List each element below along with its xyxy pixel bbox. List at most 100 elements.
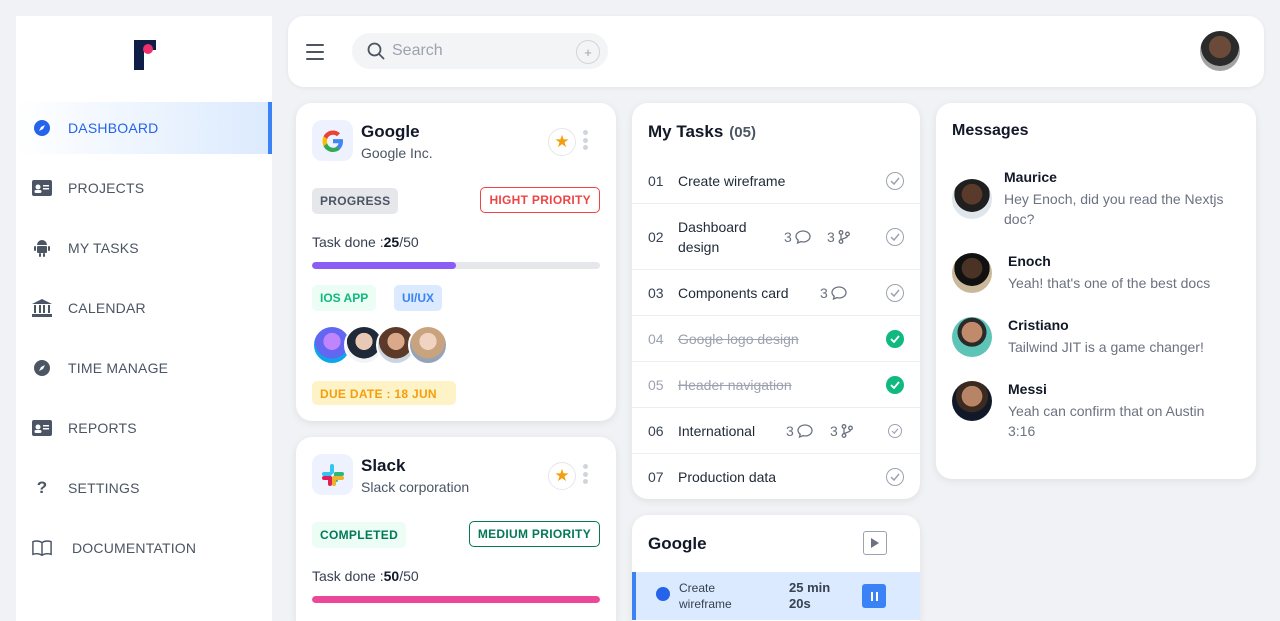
- add-button[interactable]: +: [576, 40, 600, 64]
- comments-value: 3: [784, 228, 792, 245]
- branches-count: 3: [827, 229, 850, 245]
- message-item[interactable]: Enoch Yeah! that's one of the best docs: [952, 253, 1242, 298]
- progress-fill: [312, 262, 456, 269]
- check-circle-icon[interactable]: [886, 171, 904, 190]
- task-name: Dashboard design: [678, 218, 747, 255]
- task-name: Google logo design: [678, 330, 799, 347]
- task-row[interactable]: 02 Dashboard design 3 3: [632, 204, 920, 270]
- more-options-icon[interactable]: [583, 130, 589, 150]
- active-timer-row[interactable]: Create wireframe 25 min 20s: [632, 572, 920, 620]
- message-item[interactable]: Maurice Hey Enoch, did you read the Next…: [952, 169, 1242, 229]
- sidebar-item-dashboard[interactable]: DASHBOARD: [16, 102, 272, 154]
- check-circle-filled-icon[interactable]: [886, 375, 904, 394]
- task-number: 04: [648, 330, 664, 347]
- task-number: 02: [648, 228, 664, 245]
- task-row[interactable]: 05 Header navigation: [632, 362, 920, 408]
- task-number: 05: [648, 376, 664, 393]
- play-icon[interactable]: [863, 531, 887, 555]
- compass-icon: [32, 358, 52, 378]
- task-name: Components card: [678, 284, 789, 301]
- search-input[interactable]: [392, 42, 572, 60]
- message-text: Yeah! that's one of the best docs: [1008, 275, 1211, 291]
- message-item[interactable]: Cristiano Tailwind JIT is a game changer…: [952, 317, 1242, 362]
- timer-task-name: Create wireframe: [679, 581, 732, 611]
- priority-badge: HIGHT PRIORITY: [480, 187, 600, 213]
- pause-button[interactable]: [862, 584, 886, 608]
- sidebar-item-settings[interactable]: ? SETTINGS: [16, 462, 272, 514]
- sidebar-item-reports[interactable]: REPORTS: [16, 402, 272, 454]
- id-card-icon: [32, 178, 52, 198]
- progress-bar: [312, 262, 600, 269]
- message-sender: Maurice: [1004, 169, 1057, 185]
- compass-icon: [32, 118, 52, 138]
- hamburger-menu-icon[interactable]: [306, 44, 324, 60]
- member-avatars: [312, 325, 448, 365]
- task-row[interactable]: 03 Components card 3: [632, 270, 920, 316]
- task-number: 06: [648, 422, 664, 439]
- star-icon[interactable]: ★: [548, 462, 576, 490]
- bank-icon: [32, 298, 52, 318]
- task-number: 07: [648, 469, 664, 485]
- progress-bar: [312, 596, 600, 603]
- check-circle-filled-icon[interactable]: [886, 329, 904, 348]
- avatar[interactable]: [408, 325, 448, 365]
- sidebar-item-label: REPORTS: [68, 420, 137, 436]
- task-number: 01: [648, 172, 664, 189]
- sidebar-item-my-tasks[interactable]: MY TASKS: [16, 222, 272, 274]
- slack-logo-icon: [312, 454, 353, 495]
- message-text: Hey Enoch, did you read the Nextjs doc?: [1004, 191, 1224, 227]
- more-options-icon[interactable]: [583, 464, 589, 484]
- star-icon[interactable]: ★: [548, 128, 576, 156]
- search-box: +: [352, 33, 608, 69]
- sidebar-item-documentation[interactable]: DOCUMENTATION: [16, 522, 272, 574]
- sidebar-item-projects[interactable]: PROJECTS: [16, 162, 272, 214]
- task-row[interactable]: 04 Google logo design: [632, 316, 920, 362]
- sidebar-item-label: CALENDAR: [68, 300, 146, 316]
- check-circle-icon[interactable]: [888, 423, 902, 438]
- company-name: Google: [361, 122, 420, 141]
- message-item[interactable]: Messi Yeah can confirm that on Austin 3:…: [952, 381, 1242, 441]
- branches-value: 3: [827, 228, 835, 245]
- message-sender: Enoch: [1008, 253, 1051, 269]
- comments-count: 3: [820, 285, 847, 301]
- sidebar-item-time-manage[interactable]: TIME MANAGE: [16, 342, 272, 394]
- task-row[interactable]: 01 Create wireframe: [632, 158, 920, 204]
- sidebar-item-label: MY TASKS: [68, 240, 139, 256]
- tag: IOS APP: [312, 285, 377, 311]
- task-row[interactable]: 07 Production data: [632, 454, 920, 499]
- check-circle-icon[interactable]: [886, 468, 904, 486]
- task-done-label: Task done :: [312, 234, 384, 250]
- tasks-title: My Tasks (05): [648, 122, 756, 142]
- company-subtitle: Slack corporation: [361, 479, 470, 495]
- task-number: 03: [648, 284, 664, 301]
- project-card-slack[interactable]: Slack Slack corporation ★ COMPLETED MEDI…: [296, 437, 616, 621]
- search-icon: [367, 42, 385, 60]
- status-badge: COMPLETED: [312, 522, 407, 548]
- brand-logo[interactable]: [134, 40, 156, 70]
- git-branch-icon: [838, 229, 850, 244]
- task-row[interactable]: 06 International 3 3: [632, 408, 920, 454]
- message-text: Yeah can confirm that on Austin 3:16: [1008, 403, 1205, 439]
- tasks-count: (05): [729, 124, 756, 141]
- task-name: Create wireframe: [678, 172, 786, 189]
- message-sender: Cristiano: [1008, 317, 1069, 333]
- due-date-badge: DUE DATE : 18 JUN: [312, 381, 456, 405]
- comments-value: 3: [820, 284, 828, 301]
- comment-icon: [831, 285, 847, 300]
- google-logo-icon: [312, 120, 353, 161]
- stopwatch-icon: [656, 587, 670, 601]
- check-circle-icon[interactable]: [886, 283, 904, 302]
- messages-card: Messages Maurice Hey Enoch, did you read…: [936, 103, 1256, 479]
- project-card-google[interactable]: Google Google Inc. ★ PROGRESS HIGHT PRIO…: [296, 103, 616, 421]
- sidebar-item-calendar[interactable]: CALENDAR: [16, 282, 272, 334]
- check-circle-icon[interactable]: [886, 227, 904, 246]
- branches-count: 3: [830, 423, 853, 439]
- sidebar-item-label: TIME MANAGE: [68, 360, 169, 376]
- user-avatar[interactable]: [1200, 31, 1240, 71]
- message-text: Tailwind JIT is a game changer!: [1008, 339, 1204, 355]
- progress-fill: [312, 596, 600, 603]
- task-done-label: Task done :: [312, 568, 384, 584]
- top-bar: +: [288, 16, 1264, 87]
- message-sender: Messi: [1008, 381, 1047, 397]
- company-name: Slack: [361, 456, 406, 475]
